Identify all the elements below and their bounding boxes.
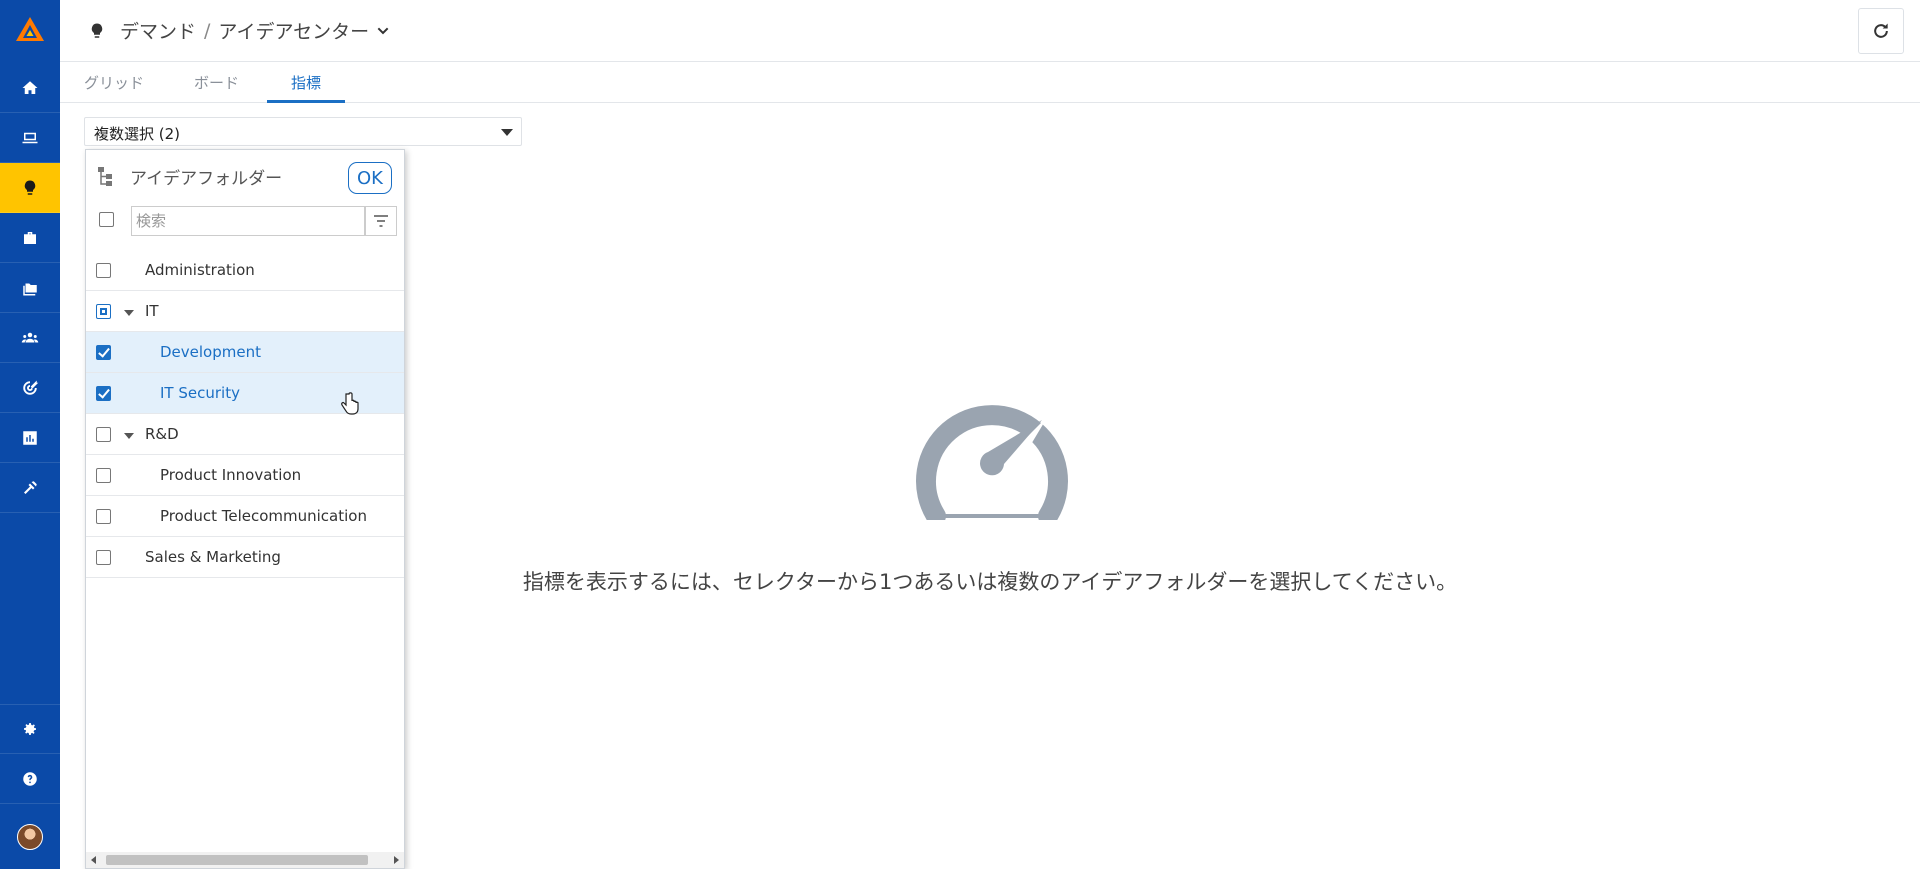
item-checkbox[interactable] (96, 386, 111, 401)
empty-state-message: 指標を表示するには、セレクターから1つあるいは複数のアイデアフォルダーを選択して… (522, 570, 1458, 594)
list-item[interactable]: Development (86, 332, 404, 373)
nav-reports[interactable] (0, 413, 60, 463)
chevron-down-icon[interactable] (375, 23, 391, 39)
item-label: Administration (145, 261, 255, 279)
avatar[interactable] (17, 824, 43, 850)
nav-help[interactable] (0, 754, 60, 804)
page-header: デマンド / アイデアセンター (60, 0, 1920, 62)
app-logo[interactable] (0, 0, 60, 58)
breadcrumb: デマンド / アイデアセンター (88, 17, 391, 44)
breadcrumb-root[interactable]: デマンド (120, 17, 196, 44)
breadcrumb-separator: / (204, 19, 211, 42)
item-checkbox[interactable] (96, 427, 111, 442)
scroll-right-icon[interactable] (394, 856, 399, 864)
multiselect-value: 複数選択 (2) (94, 125, 181, 143)
briefcase-icon (24, 231, 36, 244)
item-label: IT Security (160, 384, 240, 402)
item-checkbox[interactable] (96, 304, 111, 319)
nav-home[interactable] (0, 63, 60, 113)
item-label: Sales & Marketing (145, 548, 281, 566)
item-label: Product Innovation (160, 466, 302, 484)
list-item[interactable]: Administration (86, 250, 404, 291)
filter-button[interactable] (365, 206, 397, 236)
users-icon (21, 332, 39, 342)
list-item[interactable]: Product Telecommunication (86, 496, 404, 537)
list-item[interactable]: R&D (86, 414, 404, 455)
gear-icon (24, 723, 36, 735)
item-label: R&D (145, 425, 179, 443)
list-item[interactable]: Product Innovation (86, 455, 404, 496)
list-item[interactable]: Sales & Marketing (86, 537, 404, 578)
select-all-checkbox[interactable] (99, 212, 114, 227)
tools-icon (24, 480, 37, 494)
item-label: Development (160, 343, 261, 361)
expand-caret-icon[interactable] (124, 433, 134, 439)
speedometer-icon (916, 405, 1068, 520)
item-label: IT (145, 302, 159, 320)
item-checkbox[interactable] (96, 550, 111, 565)
folders-icon (23, 283, 37, 295)
view-tabs: グリッド ボード 指標 (60, 62, 1920, 103)
item-label: Product Telecommunication (160, 507, 367, 525)
bar-chart-icon (23, 430, 37, 445)
search-row (86, 204, 404, 244)
nav-admin[interactable] (0, 463, 60, 513)
nav-settings[interactable] (0, 704, 60, 754)
lightbulb-icon (91, 23, 103, 38)
nav-documents[interactable] (0, 263, 60, 313)
target-icon (23, 380, 39, 395)
tab-metrics[interactable]: 指標 (267, 72, 346, 103)
nav-goals[interactable] (0, 363, 60, 413)
ok-button[interactable]: OK (348, 162, 392, 194)
expand-caret-icon[interactable] (124, 310, 134, 316)
folder-multiselect[interactable]: 複数選択 (2) (84, 117, 522, 146)
panel-title: アイデアフォルダー (130, 169, 283, 189)
tab-board[interactable]: ボード (170, 72, 263, 103)
item-checkbox[interactable] (96, 345, 111, 360)
caret-down-icon (501, 129, 513, 136)
help-icon (23, 771, 37, 786)
refresh-button[interactable] (1858, 8, 1904, 54)
scroll-left-icon[interactable] (91, 856, 96, 864)
horizontal-scrollbar[interactable] (86, 852, 404, 868)
item-checkbox[interactable] (96, 468, 111, 483)
hand-cursor-icon (341, 392, 359, 415)
folder-dropdown-panel: アイデアフォルダー OK Administration IT Developme… (85, 149, 405, 869)
laptop-icon (22, 132, 38, 143)
breadcrumb-current[interactable]: アイデアセンター (218, 17, 369, 44)
search-input[interactable] (131, 206, 365, 236)
panel-header: アイデアフォルダー OK (86, 150, 404, 200)
nav-projects[interactable] (0, 113, 60, 163)
item-checkbox[interactable] (96, 263, 111, 278)
nav-ideas[interactable] (0, 163, 60, 213)
side-nav (0, 0, 60, 869)
nav-portfolio[interactable] (0, 213, 60, 263)
list-item[interactable]: IT (86, 291, 404, 332)
filter-icon (374, 215, 388, 227)
logo-icon (16, 17, 44, 41)
home-icon (22, 80, 38, 94)
hierarchy-icon (98, 167, 112, 186)
nav-resources[interactable] (0, 313, 60, 363)
refresh-icon (1874, 23, 1888, 38)
item-checkbox[interactable] (96, 509, 111, 524)
scrollbar-thumb[interactable] (106, 855, 368, 865)
tab-grid[interactable]: グリッド (60, 72, 168, 103)
lightbulb-icon (24, 180, 36, 195)
